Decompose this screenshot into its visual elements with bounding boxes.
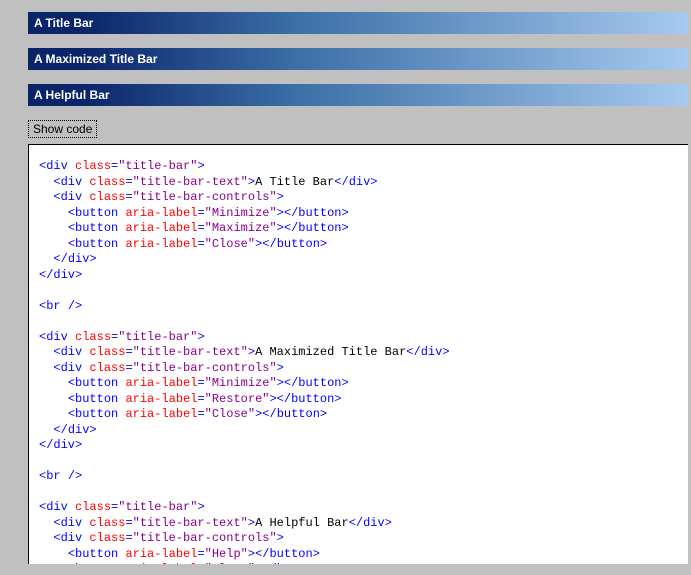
- code-snippet: <div class="title-bar"> <div class="titl…: [39, 159, 678, 564]
- title-bar-1: A Title Bar: [28, 12, 688, 34]
- show-code-button[interactable]: Show code: [28, 120, 97, 138]
- title-bar-2: A Maximized Title Bar: [28, 48, 688, 70]
- title-bar-3: A Helpful Bar: [28, 84, 688, 106]
- title-bar-text: A Title Bar: [34, 16, 93, 30]
- code-panel: <div class="title-bar"> <div class="titl…: [28, 144, 688, 564]
- title-bar-text: A Helpful Bar: [34, 88, 110, 102]
- title-bar-text: A Maximized Title Bar: [34, 52, 157, 66]
